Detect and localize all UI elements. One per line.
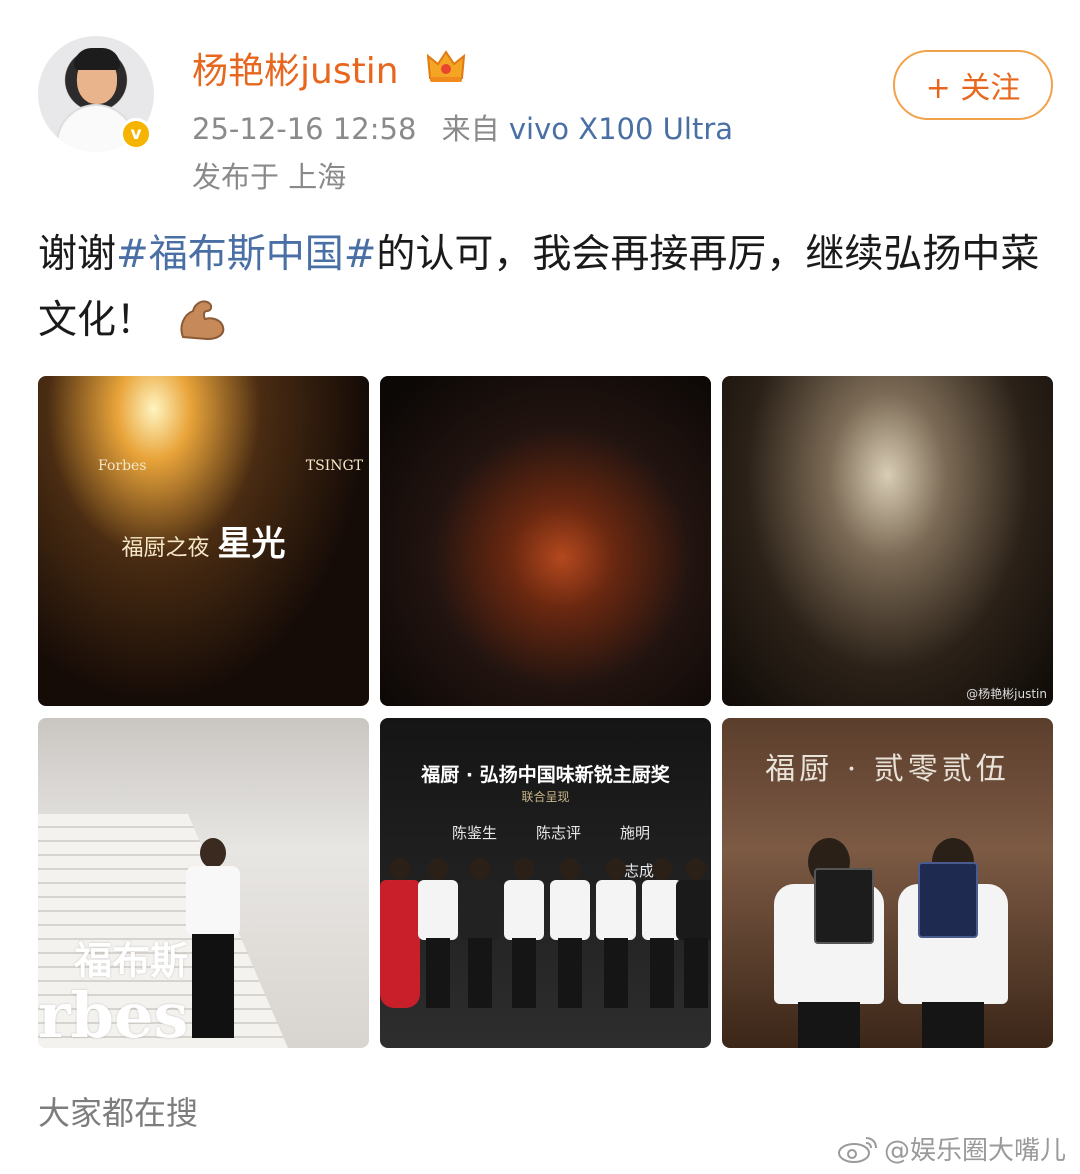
follow-button[interactable]: + 关注 [893,50,1053,120]
group-person [676,858,711,1008]
award-plaque [814,868,874,944]
verified-badge-icon: v [120,118,152,150]
award-name: 陈鉴生 [452,824,498,842]
stage-caption: 福厨之夜 星光 [38,516,369,565]
forbes-wordmark: 福布斯 rbes [38,930,188,1048]
award-title: 福厨 · 弘扬中国味新锐主厨奖 [421,764,670,786]
forbes-wordmark-en: rbes [38,979,189,1048]
group-person [380,858,420,1008]
username[interactable]: 杨艳彬justin [192,42,399,94]
image-watermark: @杨艳彬justin [966,687,1047,701]
image-award-group[interactable]: 福厨 · 弘扬中国味新锐主厨奖 联合呈现 陈鉴生 陈志评 施明 志成 [380,718,711,1048]
award-name: 施明 [620,824,651,842]
forbes-wordmark-cn: 福布斯 [74,938,189,983]
group-person [596,858,636,1008]
chef-figure [180,838,246,1038]
stage-caption-big: 星光 [217,524,286,564]
image-chandeliers[interactable]: @杨艳彬justin [722,376,1053,706]
group-person [418,858,458,1008]
timestamp: 25-12-16 12:58 [192,112,417,146]
image-chef-staircase[interactable]: 福布斯 rbes [38,718,369,1048]
image-table-flowers[interactable] [380,376,711,706]
group-person [460,858,500,1008]
image-gala-stage[interactable]: Forbes TSINGT 福厨之夜 星光 [38,376,369,706]
sponsor-logo-text: TSINGT [305,458,363,474]
post-text: 谢谢#福布斯中国#的认可，我会再接再厉，继续弘扬中菜文化！ [38,222,1048,354]
stage-caption-cn: 福厨之夜 [121,536,210,561]
footer-watermark-text: @娱乐圈大嘴儿 [883,1136,1066,1166]
forbes-logo-text: Forbes [98,458,147,474]
image-two-chefs[interactable]: 福厨 · 贰零贰伍 [722,718,1053,1048]
post-text-before: 谢谢 [38,232,117,277]
event-title: 福厨 · 贰零贰伍 [765,752,1010,787]
post-meta: 25-12-16 12:58 来自 vivo X100 Ultra [192,106,733,148]
location: 发布于 上海 [192,160,347,194]
award-plaque [918,862,978,938]
device-link[interactable]: vivo X100 Ultra [509,112,733,146]
crown-icon [426,50,466,82]
group-person [504,858,544,1008]
footer-watermark: @娱乐圈大嘴儿 [836,1130,1066,1167]
avatar-hair [74,48,120,70]
source-prefix: 来自 [441,112,500,146]
hashtag-link[interactable]: #福布斯中国# [116,232,376,277]
award-subtitle: 联合呈现 [521,790,570,804]
group-person [550,858,590,1008]
award-name: 陈志评 [536,824,582,842]
image-grid: Forbes TSINGT 福厨之夜 星光 @杨艳彬justin 福布斯 rbes… [38,376,1053,1048]
trending-search-label[interactable]: 大家都在搜 [38,1088,198,1134]
flexed-biceps-icon [180,300,225,341]
weibo-icon [837,1136,877,1163]
